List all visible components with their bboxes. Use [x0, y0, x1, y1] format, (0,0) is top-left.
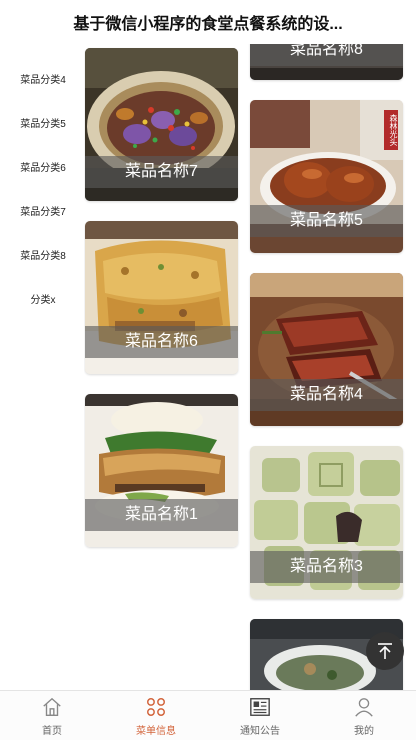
page-title: 基于微信小程序的食堂点餐系统的设... [73, 16, 343, 33]
sidebar-item-category-6[interactable]: 菜品分类6 [0, 157, 84, 181]
tab-label: 我的 [354, 726, 374, 737]
user-icon [355, 698, 373, 717]
tab-home[interactable]: 首页 [0, 691, 104, 740]
dish-name: 菜品名称5 [250, 205, 403, 237]
arrow-up-icon [378, 643, 392, 659]
dish-card[interactable]: 菜品名称1 [85, 394, 238, 547]
back-to-top-button[interactable] [366, 632, 404, 670]
bottom-tab-bar: 首页 菜单信息 通知公告 我的 [0, 690, 416, 740]
dish-name: 菜品名称6 [85, 326, 238, 358]
dish-name: 菜品名称1 [85, 499, 238, 531]
dish-badge: 森林光头 [384, 110, 398, 150]
dish-card[interactable]: 菜品名称4 [250, 273, 403, 426]
dish-card[interactable]: 菜品名称8 [250, 44, 403, 80]
sidebar-item-category-4[interactable]: 菜品分类4 [0, 69, 84, 93]
dish-name: 菜品名称3 [250, 551, 403, 583]
dish-name: 菜品名称4 [250, 379, 403, 411]
dish-grid: 菜品名称7 菜品名称6 菜品名称1 菜品名称8 森林光头 菜品名称5 菜品名称4… [84, 44, 416, 690]
dish-name: 菜品名称7 [85, 156, 238, 188]
sidebar-item-category-x[interactable]: 分类x [0, 289, 84, 313]
home-icon [43, 697, 61, 716]
category-sidebar: 菜品分类4 菜品分类5 菜品分类6 菜品分类7 菜品分类8 分类x [0, 44, 84, 690]
menu-grid-icon [147, 698, 165, 716]
tab-label: 通知公告 [240, 726, 280, 737]
dish-name: 菜品名称8 [250, 44, 403, 66]
dish-card[interactable]: 菜品名称6 [85, 221, 238, 374]
page-header: 基于微信小程序的食堂点餐系统的设... [0, 0, 416, 44]
sidebar-item-category-5[interactable]: 菜品分类5 [0, 113, 84, 137]
tab-label: 首页 [42, 726, 62, 737]
tab-profile[interactable]: 我的 [312, 691, 416, 740]
sidebar-item-category-7[interactable]: 菜品分类7 [0, 201, 84, 225]
tab-notices[interactable]: 通知公告 [208, 691, 312, 740]
tab-menu[interactable]: 菜单信息 [104, 691, 208, 740]
tab-label: 菜单信息 [136, 726, 176, 737]
sidebar-item-category-8[interactable]: 菜品分类8 [0, 245, 84, 269]
dish-card[interactable]: 森林光头 菜品名称5 [250, 100, 403, 253]
newspaper-icon [250, 698, 270, 716]
dish-card[interactable]: 菜品名称3 [250, 446, 403, 599]
dish-card[interactable]: 菜品名称7 [85, 48, 238, 201]
